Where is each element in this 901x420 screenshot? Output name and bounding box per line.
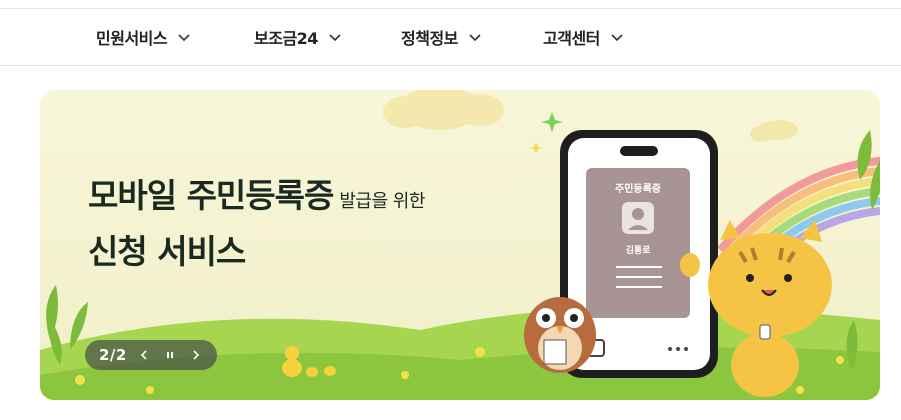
nav-item-label: 고객센터	[543, 29, 600, 48]
nav-item-subsidy24[interactable]: 보조금24	[254, 9, 342, 65]
nav-item-customer-center[interactable]: 고객센터	[543, 9, 624, 65]
nav-item-label: 정책정보	[401, 29, 458, 48]
id-card-title: 주민등록증	[615, 184, 661, 195]
nav-item-label: 보조금24	[254, 29, 318, 48]
nav-item-policy-info[interactable]: 정책정보	[401, 9, 482, 65]
carousel-pause-button[interactable]	[161, 346, 179, 364]
nav-item-label: 민원서비스	[96, 29, 168, 48]
carousel-pager: 2/2	[99, 346, 127, 364]
chevron-down-icon	[329, 34, 341, 42]
chevron-right-icon	[193, 350, 199, 360]
cloud-icon	[383, 90, 504, 130]
carousel-prev-button[interactable]	[135, 346, 153, 364]
chevron-down-icon	[178, 34, 190, 42]
nav-item-civil-service[interactable]: 민원서비스	[96, 9, 191, 65]
chevron-down-icon	[611, 34, 623, 42]
global-nav: 민원서비스 보조금24 정책정보 고객센터	[0, 9, 901, 66]
headline-sub: 발급을 위한	[339, 191, 425, 212]
promo-banner[interactable]: 모바일 주민등록증 발급을 위한 신청 서비스 주민등록증 김통로 2/2	[40, 90, 880, 400]
carousel-controls: 2/2	[85, 340, 217, 370]
id-card-name: 김통로	[625, 246, 651, 256]
owl-character	[524, 297, 596, 373]
chevron-left-icon	[140, 350, 147, 360]
headline-line2: 신청 서비스	[88, 232, 246, 271]
headline-main: 모바일 주민등록증	[88, 176, 334, 215]
pause-icon	[166, 352, 173, 358]
carousel-next-button[interactable]	[187, 346, 205, 364]
chevron-down-icon	[469, 34, 481, 42]
banner-headline: 모바일 주민등록증 발급을 위한 신청 서비스	[88, 174, 425, 274]
